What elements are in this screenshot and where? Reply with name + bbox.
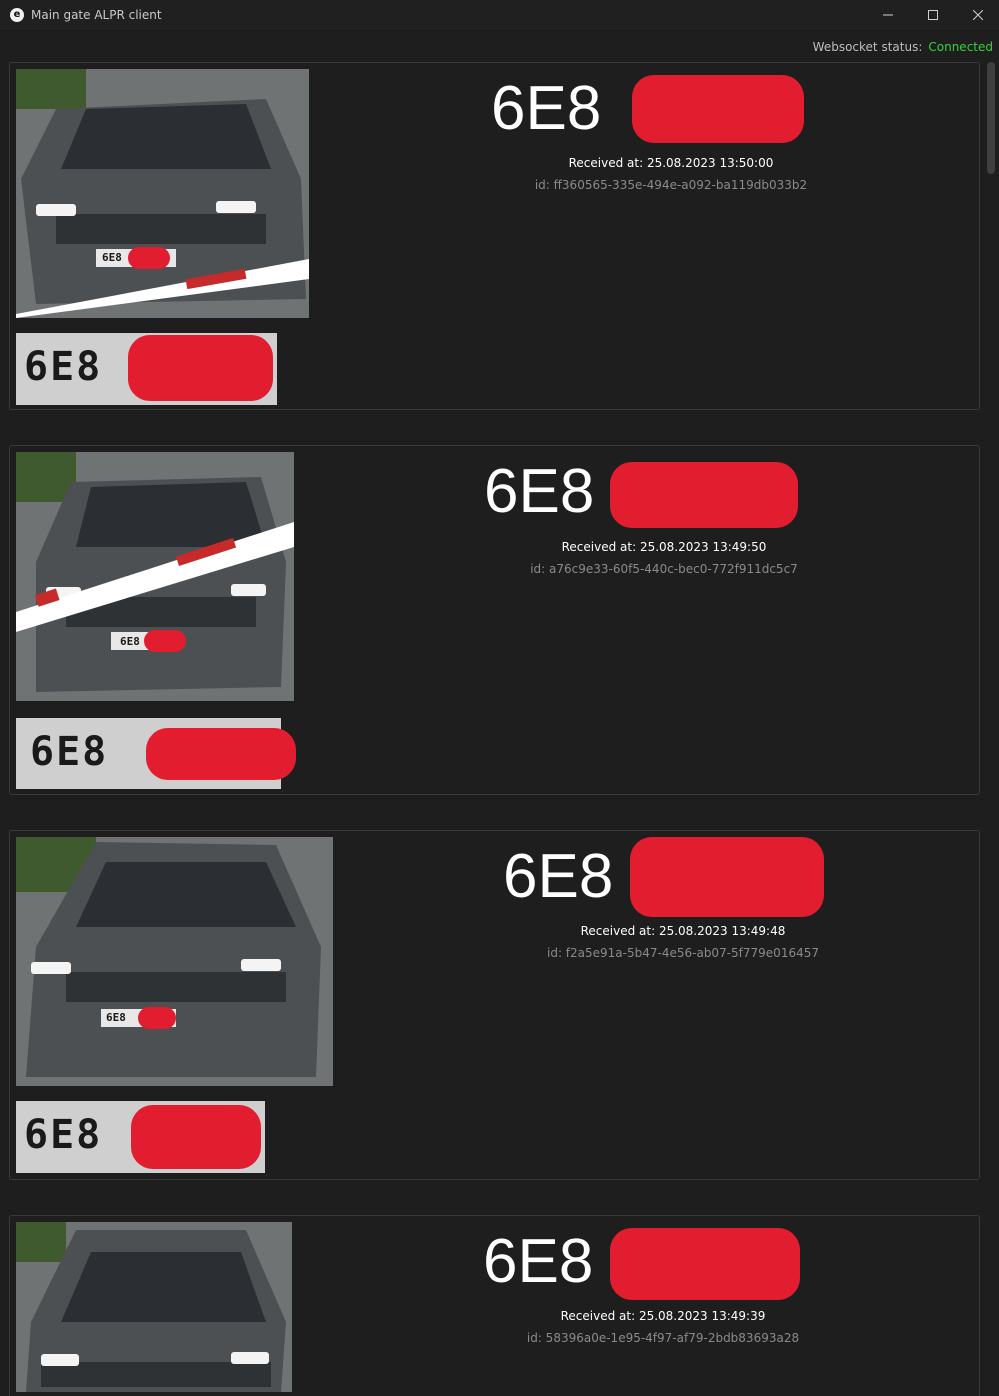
plate-crop-image: 6E8 — [16, 718, 296, 789]
plate-number: 6E8 — [491, 74, 602, 143]
received-timestamp: Received at: 25.08.2023 13:49:39 — [560, 1309, 766, 1323]
record-id: id: a76c9e33-60f5-440c-bec0-772f911dc5c7 — [530, 562, 798, 576]
minimize-button[interactable] — [865, 0, 911, 30]
redaction-mark — [610, 1228, 800, 1300]
record-id: id: f2a5e91a-5b47-4e56-ab07-5f779e016457 — [547, 946, 819, 960]
close-button[interactable] — [955, 0, 999, 30]
redaction-mark — [131, 1105, 261, 1169]
redaction-mark — [630, 837, 824, 917]
vertical-scrollbar[interactable] — [984, 60, 999, 1396]
received-timestamp: Received at: 25.08.2023 13:49:50 — [561, 540, 767, 554]
maximize-button[interactable] — [910, 0, 956, 30]
vehicle-plate-text: 6E8 — [120, 635, 140, 648]
vehicle-illustration — [16, 452, 294, 701]
plate-crop-image: 6E8 — [16, 1101, 265, 1173]
window-title: Main gate ALPR client — [31, 8, 162, 22]
received-timestamp: Received at: 25.08.2023 13:50:00 — [568, 156, 774, 170]
plate-crop-text: 6E8 — [24, 1112, 103, 1158]
redaction-mark — [128, 247, 170, 269]
plate-crop-text: 6E8 — [30, 729, 109, 775]
app-window: e Main gate ALPR client Websocket status… — [0, 0, 999, 1396]
websocket-status-label: Websocket status: — [812, 40, 923, 54]
received-timestamp: Received at: 25.08.2023 13:49:48 — [580, 924, 786, 938]
detection-card: 6E8 6E8 6E8 Received at: 25.08.2023 13:4… — [9, 830, 980, 1180]
plate-crop-text: 6E8 — [24, 344, 103, 390]
vehicle-image: 6E8 — [16, 69, 309, 318]
redaction-mark — [632, 75, 804, 143]
vehicle-image: 6E8 — [16, 837, 333, 1086]
redaction-mark — [610, 462, 798, 528]
detection-card: 6E8 6E8 6E8 Received at: 25.08.2023 13:4… — [9, 445, 980, 795]
detection-card: 6E8 6E8 6E8 Received at: 25.08.2023 13:5… — [9, 62, 980, 410]
plate-number: 6E8 — [483, 1227, 594, 1296]
vehicle-image — [16, 1222, 292, 1392]
close-icon — [973, 10, 983, 20]
title-bar[interactable]: e Main gate ALPR client — [0, 0, 999, 31]
vehicle-illustration — [16, 69, 309, 318]
scrollbar-thumb[interactable] — [987, 62, 995, 174]
redaction-mark — [144, 630, 186, 652]
detection-list[interactable]: 6E8 6E8 6E8 Received at: 25.08.2023 13:5… — [0, 60, 984, 1396]
websocket-status-value: Connected — [928, 40, 993, 54]
detection-card: 6E8 Received at: 25.08.2023 13:49:39 id:… — [9, 1215, 980, 1396]
maximize-icon — [928, 10, 938, 20]
vehicle-plate-text: 6E8 — [102, 251, 122, 264]
vehicle-illustration — [16, 1222, 292, 1392]
record-id: id: 58396a0e-1e95-4f97-af79-2bdb83693a28 — [526, 1331, 800, 1345]
vehicle-plate-text: 6E8 — [106, 1011, 126, 1024]
redaction-mark — [128, 335, 273, 401]
vehicle-illustration — [16, 837, 333, 1086]
app-icon: e — [10, 8, 24, 22]
record-id: id: ff360565-335e-494e-a092-ba119db033b2 — [534, 178, 808, 192]
plate-number: 6E8 — [503, 842, 614, 911]
minimize-icon — [883, 14, 893, 16]
redaction-mark — [146, 728, 296, 780]
plate-number: 6E8 — [484, 457, 595, 526]
vehicle-image: 6E8 — [16, 452, 294, 701]
plate-crop-image: 6E8 — [16, 333, 277, 405]
websocket-status: Websocket status: Connected — [813, 40, 993, 54]
redaction-mark — [138, 1007, 176, 1029]
